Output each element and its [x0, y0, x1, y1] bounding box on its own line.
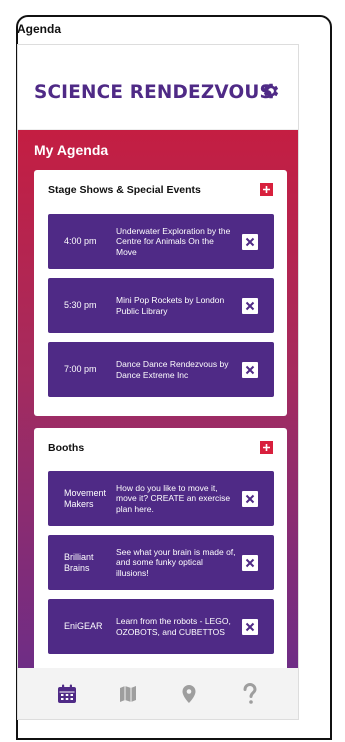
tab-location[interactable]	[169, 677, 209, 711]
agenda-item[interactable]: 7:00 pm Dance Dance Rendezvous by Dance …	[48, 342, 274, 397]
agenda-item[interactable]: 4:00 pm Underwater Exploration by the Ce…	[48, 214, 274, 269]
event-time: 5:30 pm	[64, 300, 97, 310]
agenda-item[interactable]: EniGEAR Learn from the robots - LEGO, OZ…	[48, 599, 274, 654]
app-screen: SCIENCE RENDEZVOUS My Agenda Stage Shows…	[17, 44, 299, 720]
event-time: 4:00 pm	[64, 236, 97, 246]
tab-agenda[interactable]	[47, 677, 87, 711]
event-name: Dance Dance Rendezvous by Dance Extreme …	[116, 359, 229, 380]
agenda-item[interactable]: Brilliant Brains See what your brain is …	[48, 535, 274, 590]
plus-icon	[263, 186, 270, 193]
booth-description: Learn from the robots - LEGO, OZOBOTS, a…	[116, 616, 231, 637]
section-card-stage-shows: Stage Shows & Special Events 4:00 pm Und…	[34, 170, 287, 416]
close-icon	[245, 494, 255, 503]
agenda-content: My Agenda Stage Shows & Special Events 4…	[18, 130, 298, 672]
event-time: 7:00 pm	[64, 364, 97, 374]
help-icon	[243, 682, 257, 704]
event-name: Underwater Exploration by the Centre for…	[116, 225, 231, 257]
booth-description: How do you like to move it, move it? CRE…	[116, 482, 231, 514]
close-icon	[245, 365, 255, 374]
close-icon	[245, 558, 255, 567]
remove-button[interactable]	[242, 618, 258, 635]
calendar-icon	[57, 684, 76, 703]
bottom-tab-bar	[18, 668, 298, 719]
event-name: Mini Pop Rockets by London Public Librar…	[116, 295, 225, 316]
close-icon	[245, 301, 255, 310]
app-header: SCIENCE RENDEZVOUS	[18, 45, 298, 130]
close-icon	[245, 237, 255, 246]
booth-name: Movement Makers	[64, 487, 107, 509]
location-pin-icon	[182, 684, 195, 703]
map-icon	[119, 685, 136, 702]
section-card-booths: Booths Movement Makers How do you like t…	[34, 428, 287, 672]
booth-name: Brilliant Brains	[64, 551, 94, 573]
agenda-item[interactable]: 5:30 pm Mini Pop Rockets by London Publi…	[48, 278, 274, 333]
settings-button[interactable]	[258, 78, 284, 104]
add-event-button[interactable]	[260, 183, 273, 196]
section-title: Stage Shows & Special Events	[48, 184, 201, 196]
remove-button[interactable]	[242, 554, 258, 571]
gear-icon	[263, 83, 279, 99]
remove-button[interactable]	[242, 490, 258, 507]
remove-button[interactable]	[242, 233, 258, 250]
tab-map[interactable]	[108, 677, 148, 711]
brand-logo: SCIENCE RENDEZVOUS	[34, 81, 273, 103]
remove-button[interactable]	[242, 361, 258, 378]
page-title: My Agenda	[34, 142, 109, 158]
close-icon	[245, 622, 255, 631]
add-booth-button[interactable]	[260, 441, 273, 454]
section-title: Booths	[48, 442, 85, 454]
agenda-item[interactable]: Movement Makers How do you like to move …	[48, 471, 274, 526]
window-title: Agenda	[17, 22, 62, 36]
remove-button[interactable]	[242, 297, 258, 314]
plus-icon	[263, 444, 270, 451]
booth-name: EniGEAR	[64, 621, 103, 631]
tab-help[interactable]	[230, 677, 270, 711]
booth-description: See what your brain is made of, and some…	[116, 546, 236, 578]
